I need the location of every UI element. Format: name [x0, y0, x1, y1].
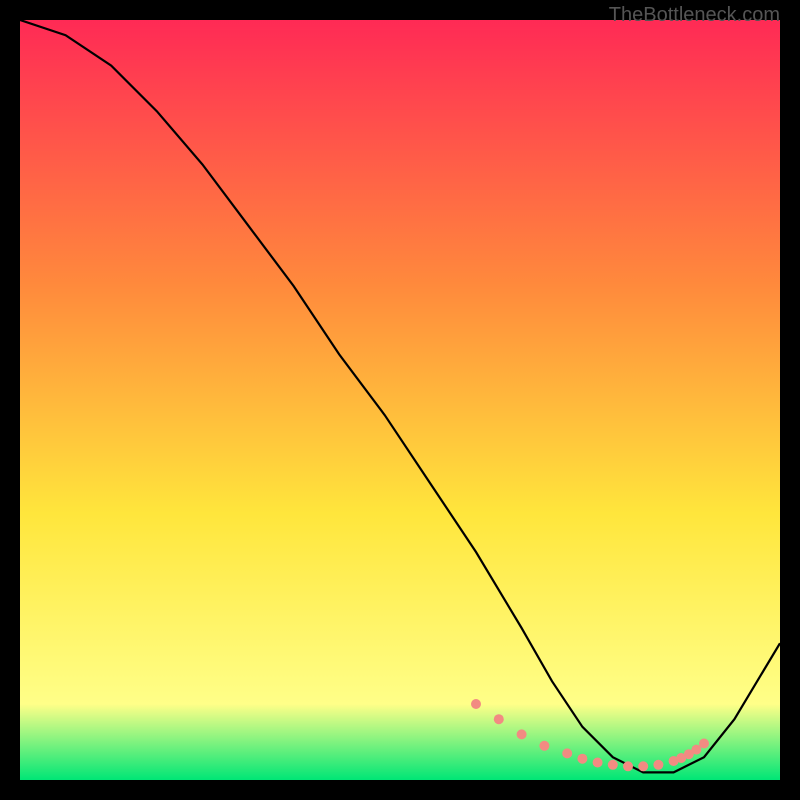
- data-marker: [494, 714, 504, 724]
- data-marker: [653, 760, 663, 770]
- chart-svg: [20, 20, 780, 780]
- data-marker: [562, 748, 572, 758]
- data-marker: [638, 761, 648, 771]
- data-marker: [577, 754, 587, 764]
- chart-canvas: [20, 20, 780, 780]
- data-marker: [517, 729, 527, 739]
- data-marker: [593, 758, 603, 768]
- gradient-background: [20, 20, 780, 780]
- watermark-text: TheBottleneck.com: [609, 4, 780, 27]
- data-marker: [471, 699, 481, 709]
- data-marker: [699, 739, 709, 749]
- data-marker: [623, 761, 633, 771]
- data-marker: [608, 760, 618, 770]
- data-marker: [539, 741, 549, 751]
